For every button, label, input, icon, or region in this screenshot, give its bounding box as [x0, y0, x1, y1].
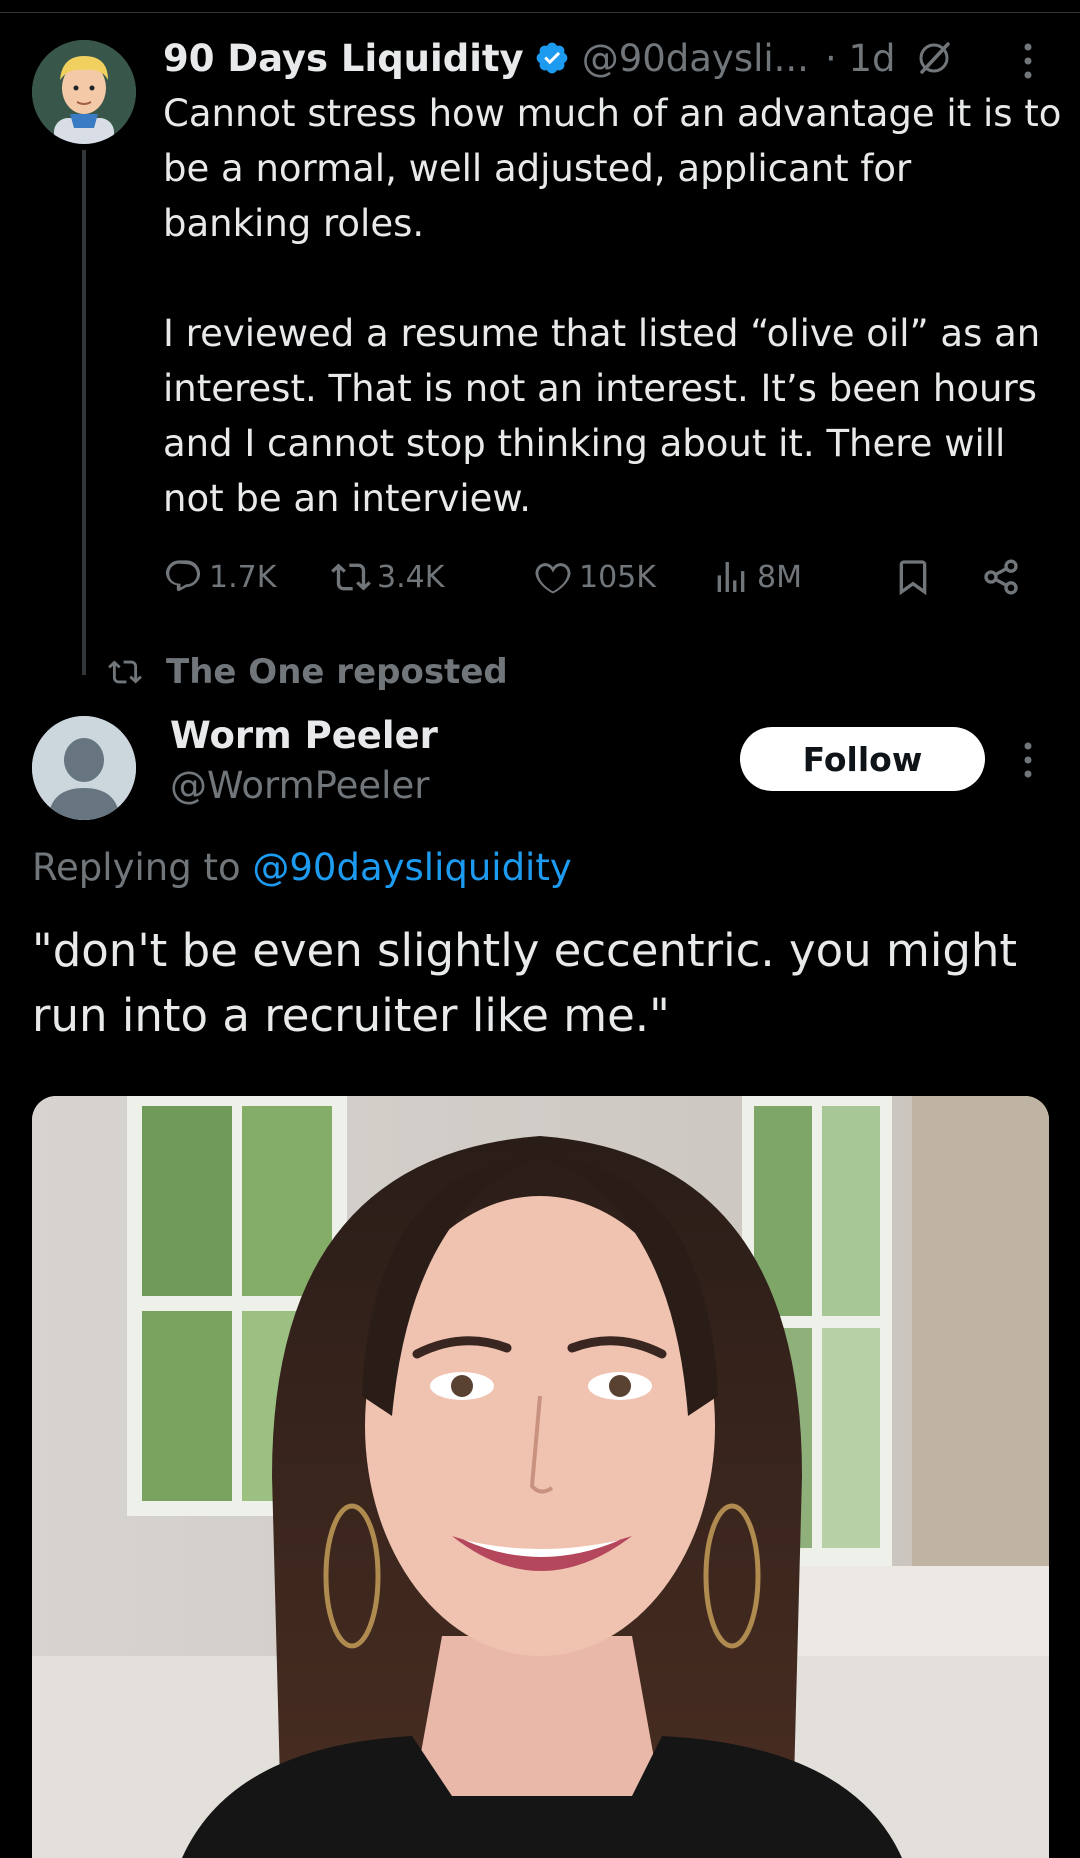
repost-notice[interactable]: The One reposted — [108, 648, 508, 696]
follow-button[interactable]: Follow — [740, 727, 985, 791]
repost-notice-label: The One reposted — [166, 652, 508, 692]
views-count: 8M — [757, 559, 802, 595]
tweet-text-paragraph: I reviewed a resume that listed “olive o… — [163, 312, 1041, 520]
thread-line — [82, 150, 86, 675]
more-options-icon[interactable] — [1010, 737, 1046, 783]
grok-icon[interactable] — [914, 38, 954, 78]
tweet-text-paragraph: Cannot stress how much of an advantage i… — [163, 92, 1062, 245]
tweet-timestamp[interactable]: · 1d — [825, 37, 896, 80]
avatar[interactable] — [32, 716, 136, 820]
share-button[interactable] — [981, 552, 1021, 602]
tweet-actions: 1.7K 3.4K 105K 8M — [163, 552, 1033, 602]
avatar[interactable] — [32, 40, 136, 144]
share-icon — [984, 559, 1018, 595]
verified-badge-icon — [536, 42, 568, 74]
reply-count: 1.7K — [209, 559, 277, 595]
replying-to-prefix: Replying to — [32, 846, 241, 889]
tweet-media-image[interactable] — [32, 1096, 1049, 1858]
reply-button[interactable]: 1.7K — [163, 552, 276, 602]
author-name[interactable]: Worm Peeler — [170, 714, 438, 757]
like-count: 105K — [579, 559, 656, 595]
replying-to-link[interactable]: @90daysliquidity — [252, 846, 571, 889]
bookmark-button[interactable] — [893, 552, 933, 602]
repost-button[interactable]: 3.4K — [331, 552, 444, 602]
author-handle[interactable]: @WormPeeler — [170, 764, 429, 807]
views-button[interactable]: 8M — [711, 552, 802, 602]
repost-icon — [331, 563, 371, 591]
like-icon — [535, 563, 571, 594]
tweet-text: Cannot stress how much of an advantage i… — [163, 86, 1063, 526]
top-divider — [0, 12, 1080, 13]
repost-icon — [108, 660, 142, 684]
reply-text: "don't be even slightly eccentric. you m… — [32, 924, 1018, 1042]
author-name[interactable]: 90 Days Liquidity — [163, 37, 524, 80]
tweet-header: 90 Days Liquidity @90daysli... · 1d — [163, 30, 954, 86]
reply-icon — [165, 560, 201, 592]
replying-to: Replying to @90daysliquidity — [32, 846, 572, 889]
more-options-icon[interactable] — [1010, 38, 1046, 84]
repost-count: 3.4K — [377, 559, 445, 595]
views-icon — [717, 562, 745, 592]
bookmark-icon — [899, 560, 927, 596]
like-button[interactable]: 105K — [533, 552, 656, 602]
author-handle[interactable]: @90daysli... — [582, 37, 809, 80]
